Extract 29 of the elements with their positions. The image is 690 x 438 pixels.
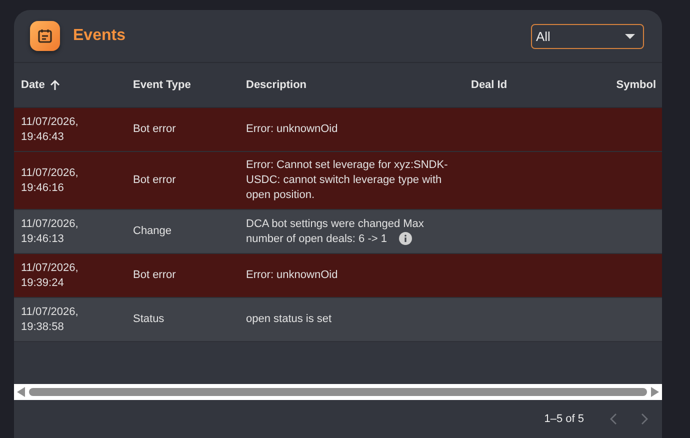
date-cell-text: 11/07/2026, 19:39:24 [20,260,80,290]
description-cell-text: Error: Cannot set leverage for xyz:SNDK-USDC: cannot switch leverage type with open position. [245,158,449,203]
description-cell-text: Error: unknownOid [245,122,339,137]
date-cell-text: 11/07/2026, 19:46:16 [20,166,80,196]
date-cell-text: 11/07/2026, 19:46:13 [20,216,80,246]
event-type-cell-text: Bot error [132,173,177,188]
event-type-cell-text: Change [132,224,173,239]
date-cell-text: 11/07/2026, 19:38:58 [20,304,80,334]
horizontal-scrollbar[interactable] [14,384,662,400]
description-cell-text: open status is set [245,312,333,327]
description-cell-text: Error: unknownOid [245,268,339,283]
column-header[interactable]: Event Type [126,79,239,91]
column-header[interactable]: Description [239,79,464,91]
info-icon[interactable] [398,232,412,246]
scroll-left-arrow-icon[interactable] [17,387,25,397]
page-title: Events [73,27,126,45]
column-header[interactable]: Symbol [584,79,662,91]
date-cell-text: 11/07/2026, 19:46:43 [20,114,80,144]
pagination-range: 1–5 of 5 [544,413,584,425]
column-header[interactable]: Date [14,79,126,91]
caret-icon [625,34,635,38]
calendar-icon [30,21,60,51]
column-header[interactable]: Deal Id [464,79,584,91]
event-type-cell-text: Status [132,312,166,327]
event-type-cell-text: Bot error [132,268,177,283]
filter-select[interactable]: All [531,24,644,48]
description-cell-text: DCA bot settings were changed Max number of open deals: 6 -> 1 [245,216,425,248]
event-type-cell-text: Bot error [132,122,177,137]
scroll-right-arrow-icon[interactable] [651,387,659,397]
